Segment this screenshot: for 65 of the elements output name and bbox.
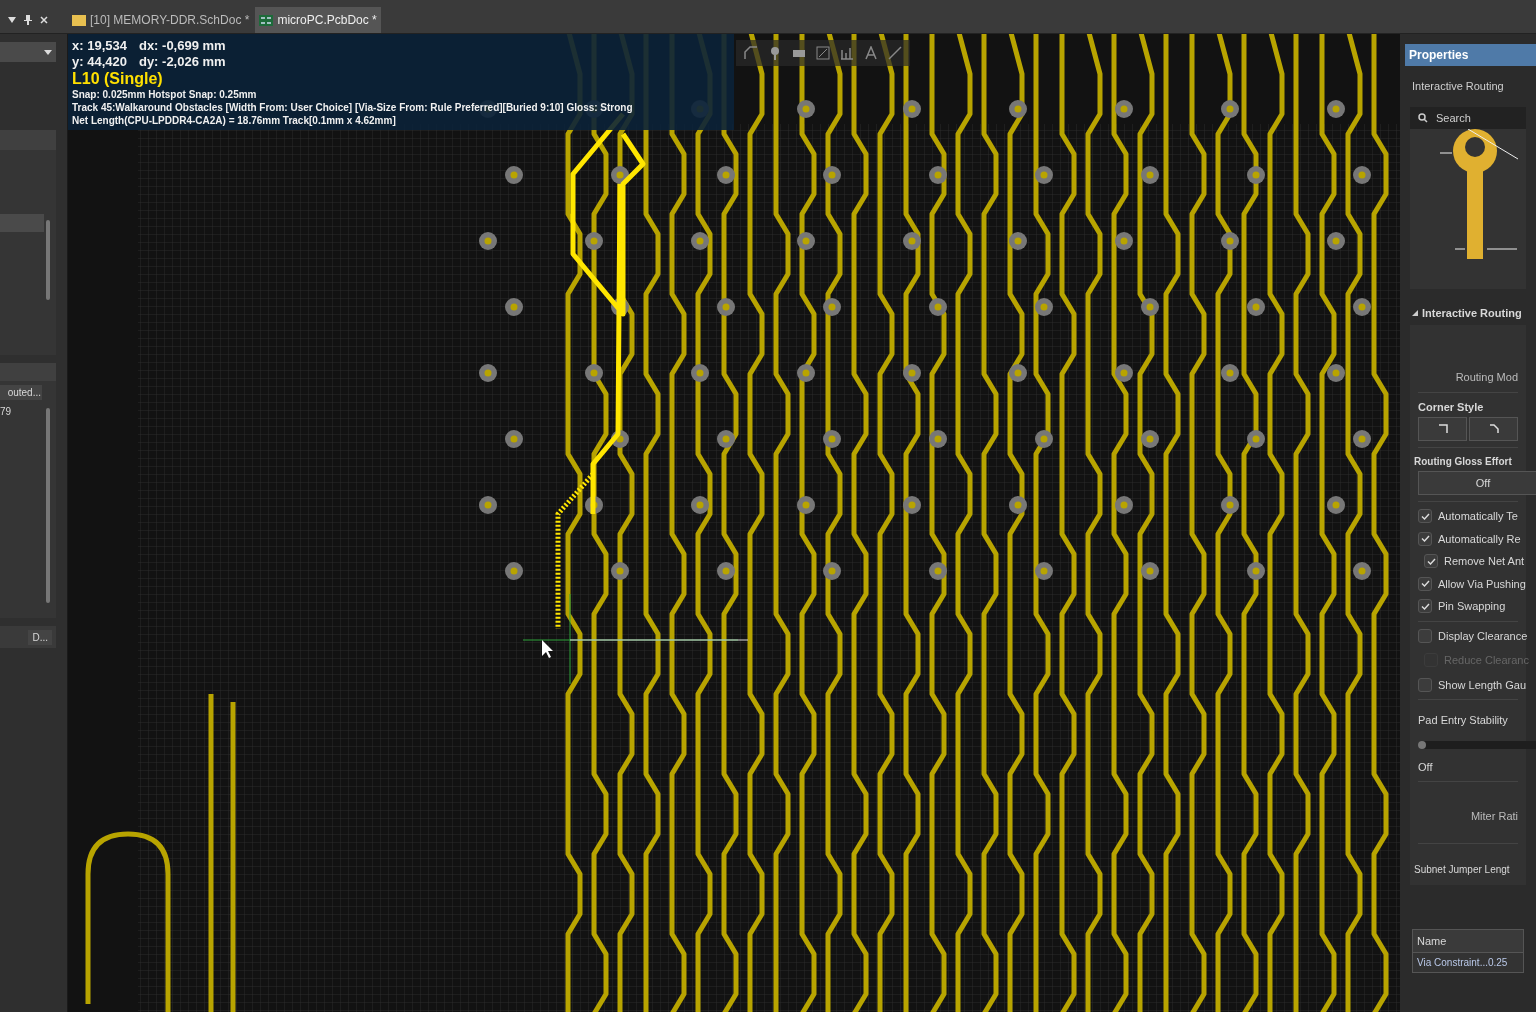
field-label: Routing Gloss Effort (1414, 455, 1513, 469)
checkbox[interactable] (1418, 531, 1432, 546)
checkmark-icon (1420, 535, 1430, 543)
corner-style-button[interactable] (1418, 417, 1467, 441)
field-label: Miter Rati (1469, 809, 1518, 824)
corner-style-button[interactable] (1469, 417, 1518, 441)
checkmark-icon (1420, 602, 1430, 610)
slider-value: Off (1418, 759, 1434, 775)
column-header: Name (1413, 929, 1523, 953)
status-text: Snap: 0.025mm Hotspot Snap: 0.25mm (72, 88, 258, 101)
coordinate-text: dx: -0,699 mm (138, 38, 226, 54)
scrollbar[interactable] (46, 408, 50, 603)
checkmark-icon (1420, 512, 1430, 520)
panel-title: Properties (1405, 44, 1536, 66)
status-text: Track 45:Walkaround Obstacles [Width From: User Choice] [Via-Size From: Rule Preferred][Buried 9:10] Gloss: Strong (72, 101, 634, 114)
checkbox[interactable] (1418, 628, 1432, 643)
corner-icon (1488, 424, 1499, 434)
checkbox[interactable] (1418, 576, 1432, 591)
coordinate-text: x: 19,534 (72, 38, 127, 54)
close-icon[interactable] (40, 16, 48, 24)
checkbox[interactable] (1418, 599, 1432, 614)
section-header[interactable]: Interactive Routing (1400, 304, 1536, 321)
text-icon[interactable] (864, 46, 878, 60)
pin-icon[interactable] (768, 46, 782, 60)
region-icon[interactable] (816, 46, 830, 60)
field-label: Corner Style (1418, 399, 1485, 415)
checkbox[interactable] (1424, 554, 1438, 569)
field-label: Pad Entry Stability (1418, 713, 1509, 728)
dropdown-icon[interactable] (8, 17, 16, 23)
status-text: Net Length(CPU-LPDDR4-CA2A) = 18.76mm Track[0.1mm x 4.62mm] (72, 114, 397, 127)
table-cell-text: Via Constraint...0.25 (1416, 956, 1509, 970)
layer-text: L10 (Single) (72, 70, 164, 88)
checkbox[interactable] (1418, 509, 1432, 524)
caret-icon (44, 49, 52, 55)
checkmark-icon (1426, 557, 1436, 565)
chart-icon[interactable] (840, 46, 854, 60)
checkmark-icon (1420, 580, 1430, 588)
coordinate-text: y: 44,420 (72, 54, 127, 70)
collapse-icon (1412, 309, 1418, 316)
line-icon[interactable] (888, 46, 902, 60)
coordinate-text: dy: -2,026 mm (138, 54, 226, 70)
pcb-file-icon (259, 14, 274, 26)
checkbox[interactable] (1418, 677, 1432, 692)
field-label: Subnet Jumper Lengt (1414, 862, 1511, 877)
option-label: Allow Via Pushing (1438, 576, 1526, 592)
pin-icon[interactable] (24, 15, 32, 25)
field-label: Routing Mod (1454, 370, 1518, 385)
count-text: 79 (0, 405, 13, 419)
list-item[interactable]: outed... (0, 385, 42, 400)
option-label: Automatically Te (1438, 509, 1518, 524)
slider-fill[interactable] (1418, 740, 1426, 749)
option-label: Display Clearance (1438, 628, 1528, 644)
gloss-dropdown[interactable]: Off (1418, 471, 1536, 495)
document-tab[interactable]: microPC.PcbDoc * (255, 7, 381, 33)
route-icon[interactable] (744, 46, 758, 60)
scrollbar[interactable] (46, 220, 50, 300)
search-field[interactable]: Search (1410, 106, 1526, 129)
schematic-file-icon (72, 14, 86, 26)
corner-icon (1437, 424, 1448, 434)
panel-button[interactable]: D... (28, 629, 52, 645)
panel-subtitle: Interactive Routing (1411, 79, 1505, 94)
option-label: Remove Net Ant (1444, 554, 1525, 569)
option-label: Show Length Gau (1438, 677, 1527, 693)
option-label: Automatically Re (1438, 531, 1521, 547)
option-label: Pin Swapping (1438, 599, 1506, 614)
